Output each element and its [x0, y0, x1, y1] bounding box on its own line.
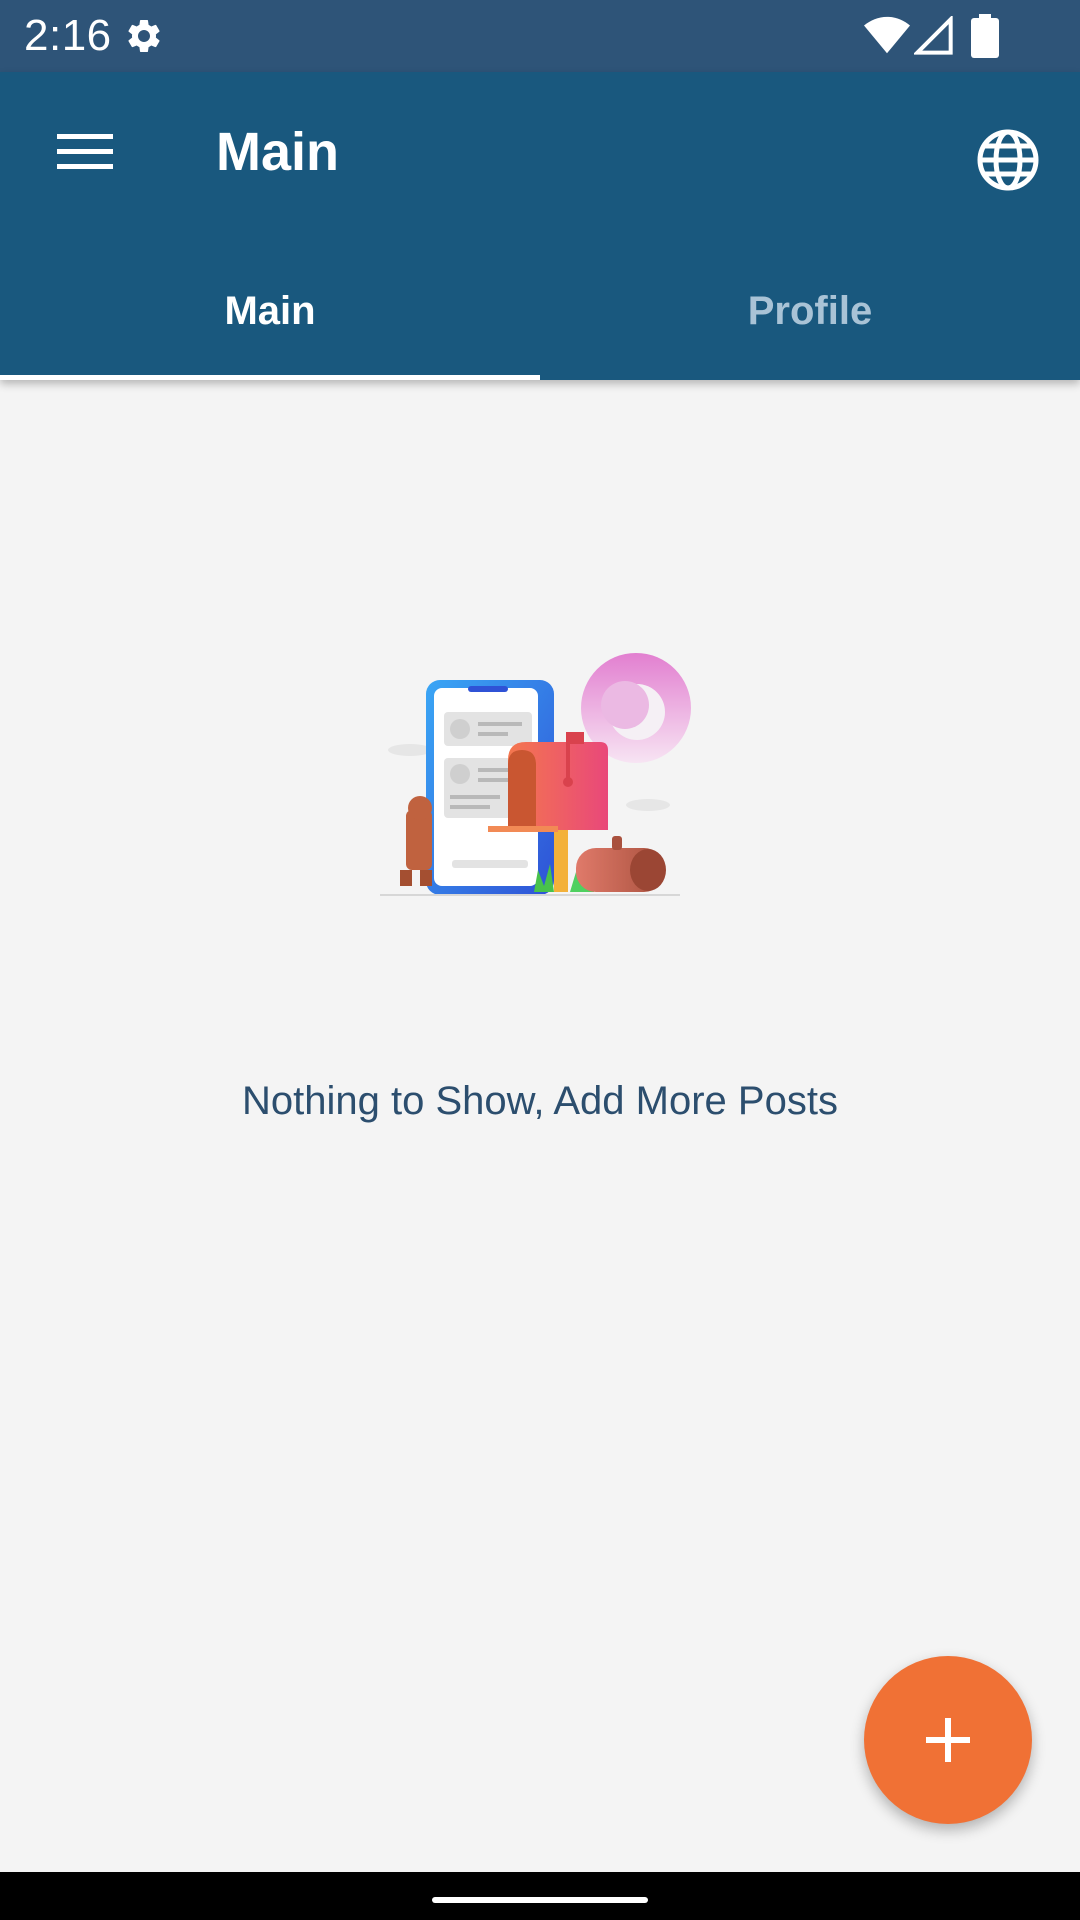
status-bar: 2:16: [0, 0, 1080, 72]
tab-profile[interactable]: Profile: [540, 242, 1080, 380]
settings-icon: [128, 19, 160, 52]
empty-state-message: Nothing to Show, Add More Posts: [242, 1079, 838, 1123]
empty-mailbox-illustration: [380, 653, 691, 896]
signal-icon: [914, 16, 953, 55]
tab-indicator: [0, 375, 540, 380]
status-time: 2:16: [24, 11, 112, 60]
language-button[interactable]: [968, 120, 1048, 200]
tab-main-label: Main: [224, 288, 316, 333]
tab-bar: Main Profile: [0, 242, 1080, 380]
tab-profile-label: Profile: [747, 288, 873, 333]
wifi-icon: [864, 16, 910, 54]
globe-icon: [977, 129, 1039, 191]
tab-main[interactable]: Main: [0, 242, 540, 380]
system-navigation-bar: [0, 1872, 1080, 1920]
app-bar: Main Main Profile: [0, 72, 1080, 380]
plus-icon: [926, 1718, 970, 1762]
home-gesture-handle[interactable]: [432, 1897, 648, 1903]
menu-icon: [57, 134, 113, 169]
page-title: Main: [216, 122, 340, 182]
add-post-button[interactable]: [864, 1656, 1032, 1824]
battery-icon: [971, 14, 999, 58]
menu-button[interactable]: [40, 112, 130, 192]
app-screen: 2:16 Main Main Profile Nothing to Show, …: [0, 0, 1080, 1920]
